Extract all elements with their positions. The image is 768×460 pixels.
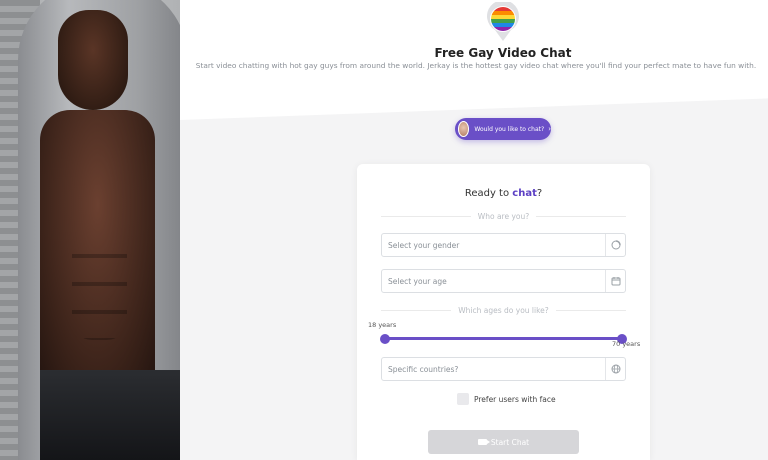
chat-invite-button[interactable]: Would you like to chat? › (455, 118, 551, 140)
hero-face (58, 10, 128, 110)
page-title: Free Gay Video Chat (434, 46, 572, 60)
card-title-suffix: ? (536, 188, 543, 199)
header-band (180, 0, 768, 120)
gender-placeholder: Select your gender (388, 240, 460, 250)
start-chat-button[interactable]: Start Chat (428, 430, 579, 454)
globe-icon (605, 358, 625, 380)
card-title-prefix: Ready to (464, 188, 513, 199)
chat-invite-label: Would you like to chat? (474, 125, 545, 133)
slider-min-handle[interactable] (380, 334, 390, 344)
card-title-highlight: chat (512, 188, 537, 199)
prefer-face-checkbox[interactable] (457, 393, 469, 405)
gender-icon (605, 234, 625, 256)
countries-select[interactable]: Specific countries? (381, 357, 626, 381)
card-title: Ready to chat? (357, 188, 650, 199)
hero-abs (72, 230, 127, 340)
age-max-label: 70 years (612, 340, 641, 348)
hero-shorts (40, 370, 180, 460)
who-divider-label: Who are you? (477, 211, 530, 221)
chevron-right-icon: › (548, 125, 551, 133)
page-subtitle: Start video chatting with hot gay guys f… (195, 61, 757, 70)
age-placeholder: Select your age (388, 276, 447, 286)
start-chat-label: Start Chat (490, 437, 530, 447)
prefer-face-option[interactable]: Prefer users with face (457, 393, 556, 405)
countries-placeholder: Specific countries? (388, 364, 459, 374)
camera-icon (477, 439, 490, 445)
ages-divider: Which ages do you like? (381, 305, 627, 315)
ages-divider-label: Which ages do you like? (458, 305, 549, 315)
avatar (458, 121, 470, 137)
age-select[interactable]: Select your age (381, 269, 626, 293)
rainbow-pin-icon (487, 2, 519, 41)
who-divider: Who are you? (381, 211, 627, 221)
slider-track (381, 337, 626, 340)
chat-setup-card: Ready to chat? Who are you? Select your … (357, 164, 650, 460)
age-min-label: 18 years (368, 321, 397, 329)
hero-photo (0, 0, 180, 460)
age-range-slider[interactable] (380, 334, 627, 344)
gender-select[interactable]: Select your gender (381, 233, 626, 257)
prefer-face-label: Prefer users with face (474, 394, 556, 404)
calendar-icon (605, 270, 625, 292)
